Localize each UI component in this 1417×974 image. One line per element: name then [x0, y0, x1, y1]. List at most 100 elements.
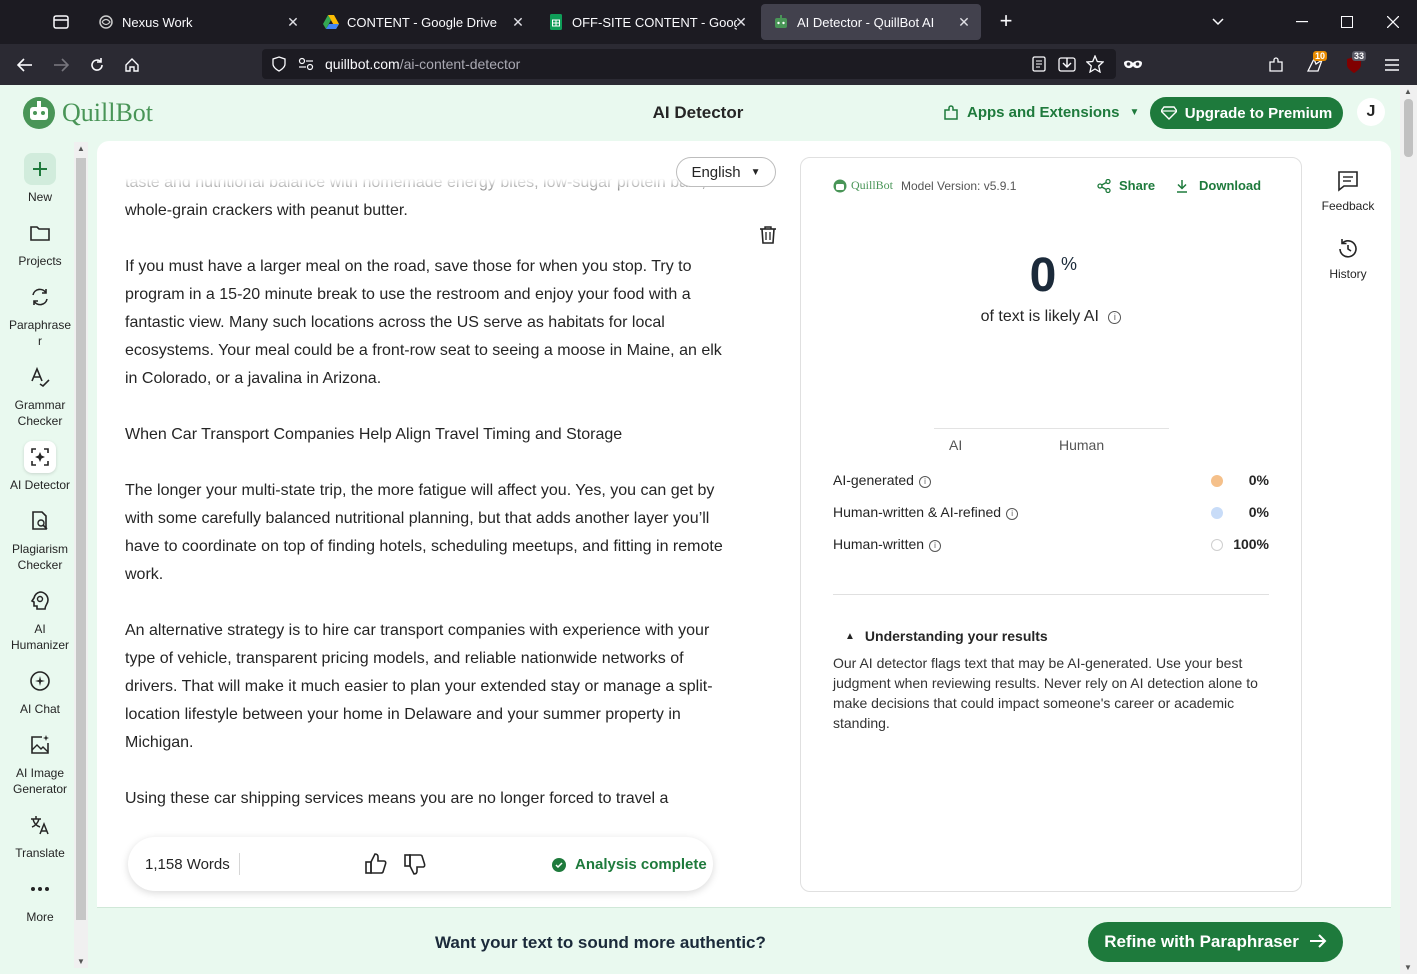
- sidebar-item-paraphraser[interactable]: Paraphraser: [0, 281, 80, 349]
- avatar[interactable]: J: [1357, 98, 1385, 126]
- feedback-icon: [1336, 169, 1360, 193]
- axis-label-human: Human: [1059, 437, 1105, 453]
- list-tabs-icon[interactable]: [1208, 12, 1228, 32]
- info-icon[interactable]: i: [918, 476, 931, 488]
- sidebar-label: More: [26, 910, 54, 924]
- feedback-button[interactable]: Feedback: [1312, 169, 1384, 213]
- apps-and-extensions-button[interactable]: Apps and Extensions ▼: [943, 104, 1139, 121]
- sidebar-label: Paraphraser: [8, 318, 72, 348]
- result-row-name: Human-written: [833, 536, 925, 552]
- analysis-status: Analysis complete: [552, 856, 707, 873]
- bookmark-star-icon[interactable]: [1085, 54, 1105, 78]
- download-button[interactable]: Download: [1175, 178, 1261, 193]
- avatar-initial: J: [1366, 103, 1376, 120]
- scrollbar-thumb[interactable]: [76, 158, 86, 920]
- paraphrase-banner: Want your text to sound more authentic? …: [97, 907, 1391, 974]
- language-select[interactable]: English ▼: [676, 157, 776, 187]
- sidebar-item-more[interactable]: More: [0, 873, 80, 925]
- score-caption-text: of text is likely AI: [980, 308, 1099, 325]
- reload-icon[interactable]: [86, 54, 108, 76]
- sidebar-scrollbar[interactable]: ▲ ▼: [74, 142, 88, 968]
- url-text[interactable]: quillbot.com/ai-content-detector: [325, 56, 520, 72]
- maximize-icon[interactable]: [1337, 12, 1357, 32]
- thumbs-down-icon[interactable]: [403, 852, 427, 881]
- scroll-down-icon[interactable]: ▼: [1404, 963, 1412, 972]
- info-icon[interactable]: i: [1006, 508, 1019, 520]
- private-mask-icon[interactable]: [1122, 54, 1144, 76]
- sidebar-label: Grammar Checker: [14, 398, 66, 428]
- tab-google-sheets[interactable]: OFF-SITE CONTENT - Google Sh ✕: [536, 4, 760, 40]
- tab-ai-detector[interactable]: AI Detector - QuillBot AI ✕: [761, 4, 981, 40]
- results-panel: QuillBot Model Version: v5.9.1 Share Dow…: [800, 157, 1302, 892]
- sidebar-item-ai-humanizer[interactable]: AI Humanizer: [0, 585, 80, 653]
- tab-manager-icon[interactable]: [52, 13, 70, 36]
- understanding-toggle[interactable]: ▲ Understanding your results: [845, 628, 1048, 644]
- page-scrollbar[interactable]: ▲ ▼: [1400, 85, 1417, 974]
- upgrade-premium-button[interactable]: Upgrade to Premium: [1150, 97, 1343, 129]
- refine-with-paraphraser-button[interactable]: Refine with Paraphraser: [1088, 922, 1343, 962]
- home-icon[interactable]: [121, 54, 143, 76]
- result-row-human-written: Human-written i 100%: [833, 536, 1269, 556]
- close-tab-icon[interactable]: ✕: [284, 13, 302, 31]
- plus-icon: [24, 153, 56, 185]
- scroll-up-icon[interactable]: ▲: [1404, 87, 1412, 96]
- history-label: History: [1329, 267, 1367, 281]
- sidebar-item-grammar-checker[interactable]: Grammar Checker: [0, 361, 80, 429]
- share-icon: [1097, 178, 1111, 193]
- result-row-percent: 100%: [1233, 536, 1269, 552]
- menu-hamburger-icon[interactable]: [1381, 54, 1403, 76]
- tab-nexus-work[interactable]: Nexus Work ✕: [86, 4, 310, 40]
- trash-icon[interactable]: [758, 225, 780, 247]
- close-tab-icon[interactable]: ✕: [955, 13, 973, 31]
- chevron-up-icon: ▲: [845, 630, 855, 642]
- extensions-puzzle-icon[interactable]: [1265, 54, 1287, 76]
- history-button[interactable]: History: [1312, 237, 1384, 281]
- grammar-icon: [24, 361, 56, 393]
- back-icon[interactable]: [14, 54, 36, 76]
- share-button[interactable]: Share: [1097, 178, 1155, 193]
- sidebar-item-plagiarism-checker[interactable]: Plagiarism Checker: [0, 505, 80, 573]
- url-path: /ai-content-detector: [399, 56, 521, 72]
- scroll-down-icon[interactable]: ▼: [77, 957, 85, 966]
- quillbot-icon: [773, 14, 789, 30]
- legend-dot: [1211, 539, 1223, 551]
- close-tab-icon[interactable]: ✕: [509, 13, 527, 31]
- minimize-icon[interactable]: [1292, 12, 1312, 32]
- scroll-up-icon[interactable]: ▲: [77, 144, 85, 153]
- sidebar-item-projects[interactable]: Projects: [0, 217, 80, 269]
- scrollbar-thumb[interactable]: [1404, 99, 1413, 157]
- sidebar-item-ai-chat[interactable]: AI Chat: [0, 665, 80, 717]
- result-row-name: Human-written & AI-refined: [833, 504, 1002, 520]
- sidebar-item-ai-image-generator[interactable]: AI Image Generator: [0, 729, 80, 797]
- close-tab-icon[interactable]: ✕: [732, 13, 750, 31]
- editor-paragraph: An alternative strategy is to hire car t…: [125, 622, 713, 751]
- tab-google-drive[interactable]: CONTENT - Google Drive ✕: [311, 4, 535, 40]
- forward-icon[interactable]: [50, 54, 72, 76]
- divider: [239, 853, 240, 875]
- upgrade-label: Upgrade to Premium: [1184, 104, 1333, 122]
- reader-view-icon[interactable]: [1032, 56, 1046, 77]
- url-bar[interactable]: quillbot.com/ai-content-detector: [262, 49, 1116, 79]
- new-tab-button[interactable]: +: [994, 10, 1018, 32]
- sidebar-item-ai-detector[interactable]: AI Detector: [0, 441, 80, 493]
- chevron-down-icon: ▼: [1129, 107, 1140, 118]
- info-icon[interactable]: i: [1108, 311, 1122, 324]
- info-icon[interactable]: i: [929, 540, 942, 552]
- extension-ublock-icon[interactable]: 33: [1343, 51, 1367, 76]
- tracking-shield-icon[interactable]: [272, 56, 286, 77]
- extension-grammar-icon[interactable]: 10: [1304, 51, 1328, 76]
- thumbs-up-icon[interactable]: [364, 852, 388, 881]
- site-info-icon[interactable]: [298, 57, 314, 76]
- download-label: Download: [1199, 178, 1262, 193]
- sidebar-item-translate[interactable]: Translate: [0, 809, 80, 861]
- ai-score-unit: %: [1061, 254, 1078, 274]
- divider: [833, 594, 1269, 595]
- ai-score: 0 %: [801, 248, 1301, 303]
- chevron-down-icon: ▼: [750, 166, 761, 178]
- close-window-icon[interactable]: [1383, 12, 1403, 32]
- save-to-pocket-icon[interactable]: [1058, 55, 1076, 78]
- ai-detector-icon: [24, 441, 56, 473]
- sidebar-item-new[interactable]: New: [0, 153, 80, 205]
- quillbot-page: QuillBot AI Detector Apps and Extensions…: [0, 85, 1400, 974]
- browser-nav-bar: quillbot.com/ai-content-detector 10 33: [0, 44, 1417, 85]
